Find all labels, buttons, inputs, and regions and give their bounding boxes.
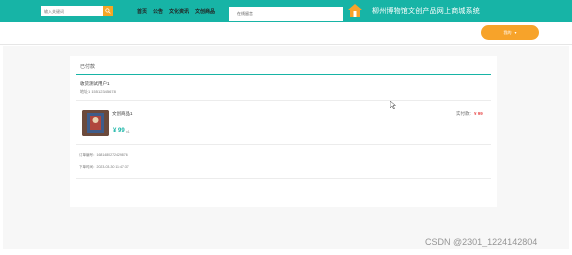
- product-quantity: x1: [126, 130, 130, 134]
- product-price: ¥ 99: [113, 128, 125, 134]
- watermark: CSDN @2301_1224142804: [425, 237, 538, 247]
- profile-button[interactable]: 我的 ▾: [481, 25, 539, 40]
- recipient-phone: 地址1 15512345678: [80, 89, 116, 94]
- paid-amount-label: 实付款:: [456, 111, 471, 116]
- divider: [76, 178, 491, 179]
- order-time: 下单时间：2023-03-30 11:47:37: [79, 165, 129, 169]
- product-thumbnail[interactable]: [82, 110, 109, 136]
- divider: [76, 144, 491, 145]
- product-image-icon: [82, 110, 109, 136]
- chevron-down-icon: ▾: [514, 30, 517, 35]
- mouse-cursor-icon: [390, 101, 396, 109]
- recipient-name: 收货测试用户1: [80, 81, 110, 86]
- search-box: [41, 6, 113, 16]
- divider: [76, 100, 491, 101]
- profile-button-label: 我的: [503, 29, 512, 35]
- nav-products[interactable]: 文创商品: [195, 8, 215, 15]
- order-card: [70, 56, 497, 207]
- notice-bar[interactable]: 在线留言: [229, 7, 343, 21]
- order-number: 订单编号：1681480272429876: [79, 153, 128, 157]
- nav-home[interactable]: 首页: [137, 8, 147, 15]
- nav-notice[interactable]: 公告: [153, 8, 163, 15]
- product-name[interactable]: 文创商品1: [112, 111, 133, 117]
- search-icon: [105, 8, 111, 14]
- search-button[interactable]: [103, 6, 113, 16]
- site-title: 柳州博物馆文创产品网上商城系统: [372, 8, 480, 15]
- search-input[interactable]: [41, 6, 103, 16]
- nav-links: 首页 公告 文化资讯 文创商品: [137, 8, 215, 15]
- paid-amount: ¥ 99: [474, 111, 483, 116]
- home-logo-icon: [348, 4, 362, 17]
- nav-culture-news[interactable]: 文化资讯: [169, 8, 189, 15]
- title-divider: [76, 74, 491, 75]
- order-status-title: 已付款: [80, 64, 96, 70]
